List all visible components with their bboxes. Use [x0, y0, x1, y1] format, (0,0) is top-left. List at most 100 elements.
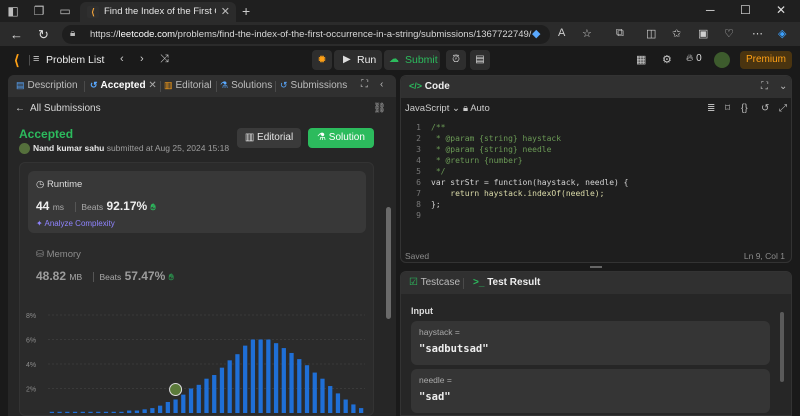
- scrollbar[interactable]: [386, 207, 391, 319]
- favorites-icon[interactable]: ✩: [672, 27, 681, 40]
- tab-editorial[interactable]: ▥ Editorial: [164, 80, 212, 91]
- testcase-input-box[interactable]: needle = "sad": [411, 369, 770, 413]
- collections-icon[interactable]: ▣: [698, 27, 708, 40]
- chart-bar[interactable]: [127, 410, 132, 413]
- chart-bar[interactable]: [359, 408, 364, 413]
- problem-list-link[interactable]: Problem List: [46, 54, 104, 66]
- tab-description[interactable]: ▤ Description: [16, 80, 78, 91]
- chart-bar[interactable]: [212, 375, 217, 413]
- chart-bar[interactable]: [134, 410, 140, 413]
- favorite-star-icon[interactable]: ☆: [582, 27, 592, 40]
- tag-icon[interactable]: ◆: [532, 27, 540, 40]
- chart-bar[interactable]: [281, 348, 286, 413]
- analyze-complexity-link[interactable]: ✦ Analyze Complexity: [36, 219, 115, 228]
- fullscreen-icon[interactable]: ⤢: [779, 103, 787, 114]
- auto-mode-toggle[interactable]: 🔒︎ Auto: [463, 103, 490, 114]
- chart-bar[interactable]: [65, 411, 70, 413]
- chart-bar[interactable]: [103, 411, 109, 413]
- runtime-metric[interactable]: ◷ Runtime 44 ms Beats 92.17% ✋︎ ✦ Analyz…: [28, 171, 366, 233]
- chart-bar[interactable]: [266, 339, 271, 414]
- read-aloud-icon[interactable]: A: [558, 27, 565, 39]
- tab-testcase[interactable]: ☑ Testcase: [409, 277, 460, 288]
- tab-accepted[interactable]: ↺ Accepted ✕: [90, 80, 157, 91]
- chart-bar[interactable]: [173, 399, 178, 413]
- chart-bar[interactable]: [289, 352, 294, 413]
- chart-bar[interactable]: [188, 388, 194, 414]
- more-menu-icon[interactable]: ⋯: [752, 27, 763, 40]
- chart-bar[interactable]: [165, 401, 170, 413]
- browser-heart-icon[interactable]: ♡: [724, 27, 734, 40]
- chart-bar[interactable]: [111, 411, 116, 413]
- chart-bar[interactable]: [119, 411, 124, 413]
- chart-bar[interactable]: [88, 411, 93, 413]
- avatar[interactable]: [714, 52, 730, 68]
- note-icon[interactable]: ▤: [470, 50, 490, 70]
- bookmark-icon[interactable]: ⌑: [725, 103, 730, 114]
- code-editor[interactable]: 1 /** 2 * @param {string} haystack 3 * @p…: [401, 123, 791, 243]
- chart-bar[interactable]: [243, 345, 248, 413]
- testcase-input-box[interactable]: haystack = "sadbutsad": [411, 321, 770, 365]
- leetcode-logo-icon[interactable]: ⟨: [14, 52, 28, 68]
- minimize-icon[interactable]: ─: [706, 3, 715, 17]
- tab-actions-icon[interactable]: ▭: [58, 4, 72, 18]
- chart-bar[interactable]: [328, 386, 333, 413]
- next-problem-icon[interactable]: ›: [140, 53, 144, 65]
- chart-bar[interactable]: [150, 408, 155, 413]
- submit-button[interactable]: ☁ Submit: [384, 50, 440, 70]
- shuffle-icon[interactable]: ⤨: [160, 53, 169, 66]
- collapse-panel-icon[interactable]: ‹: [380, 79, 383, 90]
- chart-bar[interactable]: [49, 411, 54, 413]
- chart-bar[interactable]: [335, 393, 341, 413]
- tab-close-icon[interactable]: ✕: [221, 5, 230, 18]
- profile-icon[interactable]: ◧: [6, 4, 20, 18]
- chart-bar[interactable]: [181, 394, 186, 413]
- chart-bar[interactable]: [273, 343, 279, 413]
- maximize-icon[interactable]: ☐: [740, 3, 751, 17]
- chart-bar[interactable]: [72, 411, 78, 413]
- tab-test-result[interactable]: >_ Test Result: [473, 277, 540, 288]
- submitter-name[interactable]: Nand kumar sahu: [33, 143, 104, 153]
- back-arrow-icon[interactable]: ←: [10, 27, 23, 42]
- expand-panel-icon[interactable]: ⛶: [761, 81, 768, 92]
- chart-bar[interactable]: [343, 399, 348, 413]
- tab-close-icon[interactable]: ✕: [148, 80, 156, 91]
- chart-bar[interactable]: [142, 409, 147, 413]
- reload-icon[interactable]: ↻: [38, 27, 49, 43]
- scrollbar[interactable]: [780, 312, 784, 382]
- chart-bar[interactable]: [235, 354, 240, 413]
- alarm-clock-icon[interactable]: ⏰︎: [446, 50, 466, 70]
- panel-resize-handle[interactable]: [590, 266, 602, 268]
- chart-bar[interactable]: [157, 405, 163, 413]
- prev-problem-icon[interactable]: ‹: [120, 53, 124, 65]
- new-tab-icon[interactable]: +: [242, 3, 250, 19]
- link-icon[interactable]: ⛓: [373, 103, 386, 114]
- tab-submissions[interactable]: ↺ Submissions: [280, 80, 347, 91]
- url-field[interactable]: 🔒︎ https://leetcode.com/problems/find-th…: [62, 25, 550, 44]
- tab-solutions[interactable]: ⚗ Solutions: [220, 80, 272, 91]
- chart-bar[interactable]: [312, 372, 317, 413]
- chart-bar[interactable]: [250, 339, 256, 414]
- chart-bar[interactable]: [351, 404, 356, 413]
- settings-gear-icon[interactable]: ⚙: [662, 53, 672, 66]
- memory-metric[interactable]: ⛁ Memory 48.82 MB Beats 57.47% ✋︎: [28, 241, 366, 285]
- language-select[interactable]: JavaScript ⌄: [405, 103, 460, 114]
- chart-bar[interactable]: [204, 378, 209, 413]
- chart-bar[interactable]: [196, 384, 201, 413]
- list-icon[interactable]: ≡: [33, 53, 39, 65]
- all-submissions-link[interactable]: ← All Submissions: [15, 103, 101, 114]
- braces-icon[interactable]: {}: [741, 103, 748, 114]
- streak-counter[interactable]: 🔥︎ 0: [686, 53, 702, 64]
- copilot-icon[interactable]: ◈: [778, 27, 786, 40]
- split-screen-icon[interactable]: ◫: [646, 27, 656, 40]
- layout-icon[interactable]: ▦: [636, 53, 646, 66]
- chart-bar[interactable]: [219, 367, 225, 413]
- chart-bar[interactable]: [96, 411, 101, 413]
- chart-bar[interactable]: [320, 378, 325, 413]
- premium-button[interactable]: Premium: [740, 51, 792, 69]
- window-close-icon[interactable]: ✕: [776, 3, 786, 17]
- chart-bar[interactable]: [304, 365, 310, 413]
- chart-bar[interactable]: [227, 360, 232, 413]
- chart-bar[interactable]: [297, 359, 302, 413]
- expand-panel-icon[interactable]: ⛶: [361, 79, 368, 90]
- format-icon[interactable]: ≣: [707, 103, 715, 114]
